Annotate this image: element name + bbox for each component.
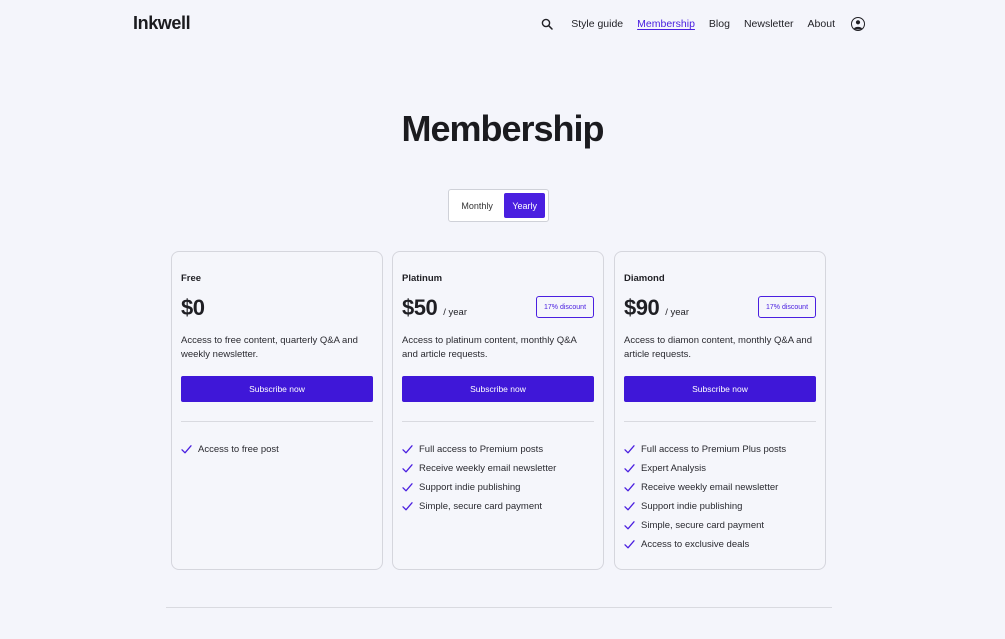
feature-item: Full access to Premium posts — [402, 440, 556, 459]
feature-label: Simple, secure card payment — [419, 501, 543, 512]
feature-item: Support indie publishing — [402, 478, 556, 497]
billing-period-toggle: Monthly Yearly — [448, 189, 549, 222]
feature-item: Receive weekly email newsletter — [624, 478, 786, 497]
divider — [624, 421, 816, 422]
price-row: $90 / year — [624, 295, 689, 321]
plan-card-platinum: Platinum $50 / year 17% discount Access … — [392, 251, 604, 570]
nav-about[interactable]: About — [808, 18, 835, 30]
feature-label: Simple, secure card payment — [641, 520, 765, 531]
feature-label: Access to free post — [198, 444, 279, 455]
check-icon — [624, 501, 635, 512]
plan-price: $50 — [402, 295, 438, 320]
price-row: $0 — [181, 295, 205, 321]
toggle-monthly[interactable]: Monthly — [452, 193, 502, 218]
check-icon — [402, 501, 413, 512]
feature-label: Full access to Premium Plus posts — [641, 444, 787, 455]
check-icon — [402, 463, 413, 474]
divider — [402, 421, 594, 422]
plan-card-free: Free $0 Access to free content, quarterl… — [171, 251, 383, 570]
feature-item: Full access to Premium Plus posts — [624, 440, 786, 459]
site-header: Inkwell Style guide Membership Blog News… — [0, 0, 1005, 48]
plan-name: Diamond — [624, 273, 665, 284]
check-icon — [624, 539, 635, 550]
check-icon — [624, 444, 635, 455]
feature-label: Support indie publishing — [419, 482, 521, 493]
feature-item: Access to free post — [181, 440, 279, 459]
footer-divider — [166, 607, 832, 608]
check-icon — [402, 482, 413, 493]
search-icon[interactable] — [541, 17, 555, 31]
feature-label: Full access to Premium posts — [419, 444, 544, 455]
subscribe-button[interactable]: Subscribe now — [402, 376, 594, 402]
feature-label: Receive weekly email newsletter — [641, 482, 779, 493]
check-icon — [624, 463, 635, 474]
nav-blog[interactable]: Blog — [709, 18, 730, 30]
feature-label: Expert Analysis — [641, 463, 706, 474]
plan-price: $90 — [624, 295, 660, 320]
plan-period: / year — [665, 307, 689, 318]
discount-badge: 17% discount — [758, 296, 816, 318]
feature-item: Simple, secure card payment — [624, 516, 786, 535]
discount-badge: 17% discount — [536, 296, 594, 318]
check-icon — [181, 444, 192, 455]
check-icon — [402, 444, 413, 455]
plan-description: Access to free content, quarterly Q&A an… — [181, 335, 358, 360]
nav-membership[interactable]: Membership — [637, 18, 695, 30]
feature-item: Receive weekly email newsletter — [402, 459, 556, 478]
price-row: $50 / year — [402, 295, 467, 321]
feature-list: Full access to Premium Plus posts Expert … — [624, 440, 786, 554]
toggle-yearly[interactable]: Yearly — [504, 193, 545, 218]
subscribe-button[interactable]: Subscribe now — [624, 376, 816, 402]
subscribe-button[interactable]: Subscribe now — [181, 376, 373, 402]
feature-item: Support indie publishing — [624, 497, 786, 516]
feature-item: Access to exclusive deals — [624, 535, 786, 554]
site-logo[interactable]: Inkwell — [133, 13, 191, 34]
plan-period: / year — [443, 307, 467, 318]
feature-list: Full access to Premium posts Receive week… — [402, 440, 556, 516]
feature-label: Receive weekly email newsletter — [419, 463, 557, 474]
check-icon — [624, 482, 635, 493]
feature-label: Support indie publishing — [641, 501, 743, 512]
main-nav: Style guide Membership Blog Newsletter A… — [541, 14, 865, 34]
plan-description: Access to diamon content, monthly Q&A an… — [624, 335, 812, 360]
plan-name: Platinum — [402, 273, 443, 284]
check-icon — [624, 520, 635, 531]
nav-style-guide[interactable]: Style guide — [571, 18, 623, 30]
feature-item: Expert Analysis — [624, 459, 786, 478]
plan-description: Access to platinum content, monthly Q&A … — [402, 335, 577, 360]
page-title: Membership — [401, 108, 604, 149]
feature-label: Access to exclusive deals — [641, 539, 750, 550]
user-icon[interactable] — [851, 17, 865, 31]
plan-card-diamond: Diamond $90 / year 17% discount Access t… — [614, 251, 826, 570]
feature-list: Access to free post — [181, 440, 279, 459]
plan-price: $0 — [181, 295, 205, 320]
feature-item: Simple, secure card payment — [402, 497, 556, 516]
plan-name: Free — [181, 273, 202, 284]
divider — [181, 421, 373, 422]
nav-newsletter[interactable]: Newsletter — [744, 18, 794, 30]
